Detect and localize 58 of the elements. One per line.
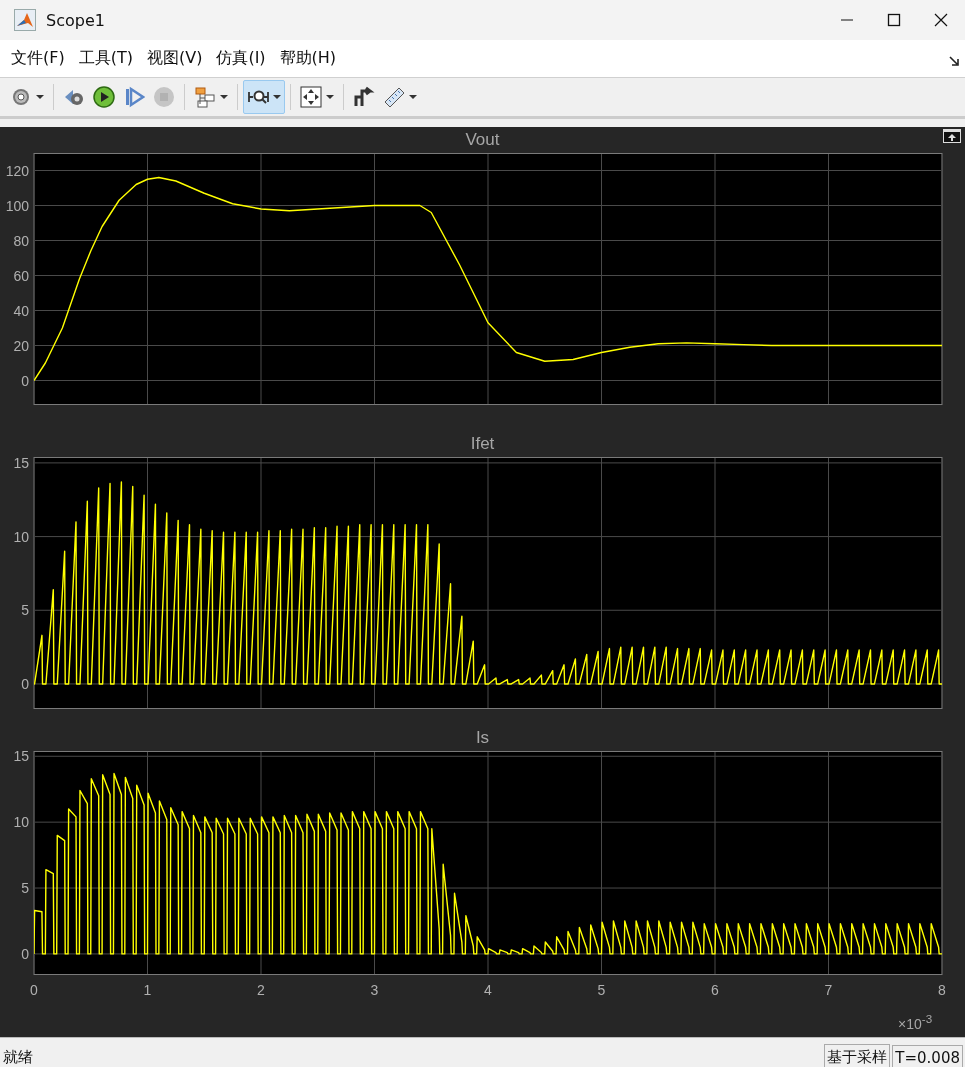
chart-title: Vout [465, 130, 500, 150]
y-tick-label: 15 [13, 751, 29, 765]
caret-icon [36, 94, 44, 100]
chart-title: Ifet [470, 434, 495, 454]
dock-arrow-icon[interactable] [949, 56, 959, 66]
x-tick-label: 3 [370, 982, 379, 998]
y-tick-label: 80 [13, 232, 29, 249]
zoom-x-icon [248, 90, 269, 104]
y-tick-label: 5 [21, 880, 29, 897]
menu-item[interactable]: 仿真(I) [211, 48, 275, 69]
toolbar-button[interactable] [243, 80, 285, 114]
play-icon [93, 86, 115, 108]
fit-to-view-icon [300, 86, 322, 108]
menu-item[interactable]: 文件(F) [6, 48, 74, 69]
app-icon [14, 9, 36, 31]
caret-icon [326, 94, 334, 100]
y-tick-label: 10 [13, 528, 29, 545]
y-tick-label: 15 [13, 457, 29, 471]
chart-title: Is [475, 728, 490, 748]
x-tick-label: 8 [938, 982, 946, 998]
maximize-icon[interactable] [887, 13, 901, 27]
y-tick-label: 60 [13, 267, 29, 284]
step-forward-icon [126, 86, 145, 108]
y-tick-label: 10 [13, 814, 29, 831]
x-tick-label: 6 [711, 982, 719, 998]
y-tick-label: 120 [5, 162, 29, 179]
x-tick-label: 4 [484, 982, 492, 998]
status-text: 就绪 [3, 1048, 34, 1067]
y-tick-label: 0 [21, 372, 29, 389]
signal-blocks-icon [195, 87, 215, 108]
menu-item[interactable]: 视图(V) [141, 48, 212, 69]
menu-item[interactable]: 帮助(H) [274, 48, 346, 69]
menu-item[interactable]: 工具(T) [73, 48, 142, 69]
ruler-icon [384, 87, 405, 108]
close-icon[interactable] [934, 13, 948, 27]
caret-icon [273, 94, 281, 100]
sample-mode-label: 基于采样 [824, 1044, 891, 1067]
stop-icon [154, 87, 174, 107]
settings-icon [13, 89, 29, 105]
y-tick-label: 100 [5, 197, 29, 214]
y-tick-label: 0 [21, 675, 29, 692]
x-tick-label: 1 [143, 982, 152, 998]
time-readout: T=0.008 [892, 1044, 963, 1067]
x-tick-label: 0 [30, 982, 38, 998]
trigger-icon [354, 86, 375, 108]
y-tick-label: 20 [13, 337, 29, 354]
undock-icon[interactable] [943, 129, 961, 143]
axis-multiplier: ×10$^{-3}$ [898, 1012, 933, 1032]
caret-icon [220, 94, 228, 100]
y-tick-label: 40 [13, 302, 29, 319]
caret-icon [409, 94, 417, 100]
y-tick-label: 5 [21, 602, 29, 619]
window-title: Scope1 [46, 10, 106, 30]
x-tick-label: 7 [824, 982, 833, 998]
x-tick-label: 2 [257, 982, 265, 998]
x-tick-label: 5 [597, 982, 606, 998]
step-back-icon [65, 90, 83, 105]
y-tick-label: 0 [21, 945, 29, 962]
